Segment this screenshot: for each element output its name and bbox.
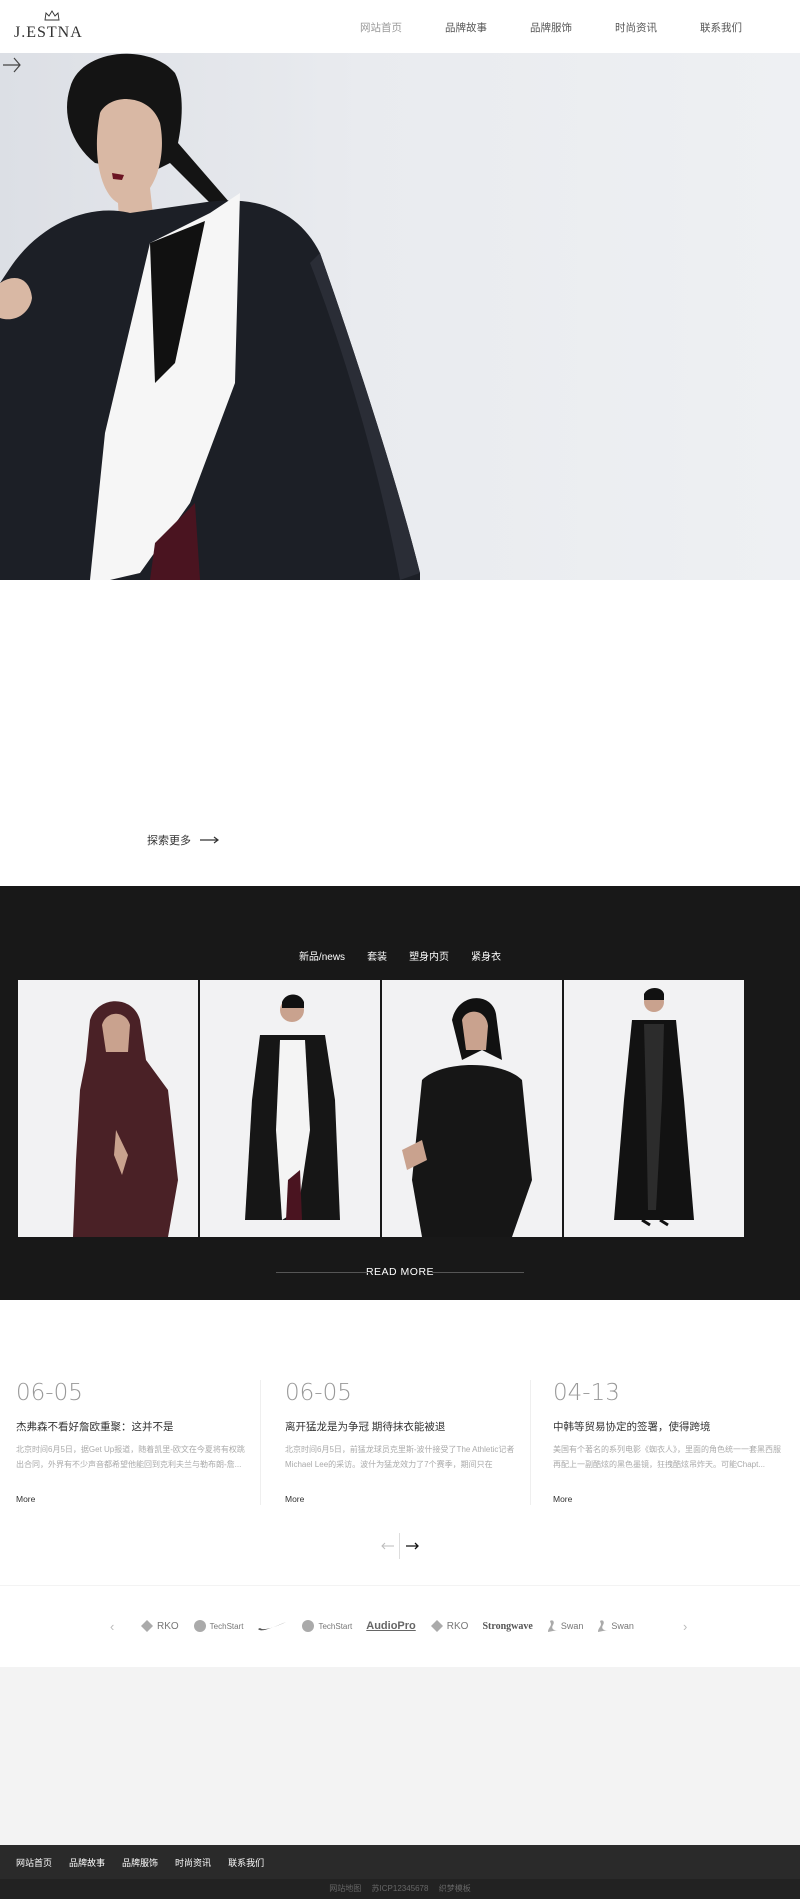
swan-icon (547, 1620, 558, 1632)
partner-logo[interactable]: AudioPro (366, 1614, 416, 1638)
partner-logo[interactable]: TechStart (193, 1614, 243, 1638)
nav-item-fashion-news[interactable]: 时尚资讯 (615, 20, 657, 35)
product-card[interactable] (200, 980, 380, 1237)
news-desc: 美国有个著名的系列电影《蜘衣人》，里面的角色统一一套黑西服再配上一副酷炫的黑色墨… (553, 1445, 781, 1469)
tab-suits[interactable]: 套装 (367, 948, 387, 963)
news-item[interactable]: 06-05 离开猛龙是为争冠 期待抹衣能被退 北京时间6月5日，前猛龙球员克里斯… (285, 1380, 525, 1510)
news-desc: 北京时间6月5日，前猛龙球员克里斯-波什接受了The Athletic记者Mic… (285, 1445, 515, 1469)
partner-logo[interactable] (257, 1614, 287, 1638)
news-item[interactable]: 06-05 杰弗森不看好詹欧重聚：这并不是 北京时间6月5日，据Get Up报道… (16, 1380, 256, 1510)
footer-link-contact[interactable]: 联系我们 (228, 1856, 264, 1869)
news-pager (378, 1533, 422, 1559)
logo[interactable]: J.ESTNA (14, 10, 86, 44)
diamond-icon (430, 1620, 443, 1632)
diamond-icon (141, 1620, 153, 1632)
divider (432, 1272, 524, 1273)
news-title[interactable]: 中韩等贸易协定的签署，使得跨境 (553, 1419, 783, 1434)
prev-button[interactable] (378, 1533, 398, 1559)
footer-link-brand-story[interactable]: 品牌故事 (69, 1856, 105, 1869)
footer-link-fashion-news[interactable]: 时尚资讯 (175, 1856, 211, 1869)
hero-model-image (0, 53, 420, 580)
tab-new[interactable]: 新品/news (299, 948, 345, 963)
product-section: 新品/news 套装 塑身内页 紧身衣 READ MORE (0, 886, 800, 1300)
template-credit[interactable]: 织梦模板 (439, 1884, 471, 1893)
main-nav: 网站首页 品牌故事 品牌服饰 时尚资讯 联系我们 (317, 20, 742, 35)
read-more-label: READ MORE (365, 1266, 435, 1278)
news-date: 06-05 (285, 1380, 352, 1406)
chevron-right-icon[interactable]: › (683, 1619, 687, 1634)
partner-logo[interactable]: RKO (140, 1614, 179, 1638)
next-button[interactable] (402, 1533, 422, 1559)
tab-shapewear[interactable]: 塑身内页 (409, 948, 449, 963)
news-more-link[interactable]: More (285, 1494, 304, 1504)
tab-bodysuit[interactable]: 紧身衣 (471, 948, 501, 963)
arrow-left-icon (381, 1542, 394, 1550)
nav-item-brand-apparel[interactable]: 品牌服饰 (530, 20, 572, 35)
arrow-right-icon (406, 1542, 419, 1550)
footer-copyright: 网站地图 苏ICP12345678 织梦模板 (0, 1883, 800, 1894)
nav-item-home[interactable]: 网站首页 (360, 20, 402, 35)
footer-nav: 网站首页 品牌故事 品牌服饰 时尚资讯 联系我们 (16, 1856, 281, 1869)
news-more-link[interactable]: More (16, 1494, 35, 1504)
icp-number: 苏ICP12345678 (371, 1884, 429, 1893)
arrow-right-icon[interactable] (0, 53, 24, 77)
product-image (382, 980, 562, 1237)
partner-logo[interactable]: RKO (430, 1614, 468, 1638)
read-more-button[interactable]: READ MORE (276, 1264, 524, 1280)
nav-item-contact[interactable]: 联系我们 (700, 20, 742, 35)
long-arrow-right-icon (200, 836, 219, 844)
news-title[interactable]: 杰弗森不看好詹欧重聚：这并不是 (16, 1419, 246, 1434)
news-date: 06-05 (16, 1380, 83, 1406)
partner-logo[interactable]: Strongwave (482, 1614, 532, 1638)
news-date: 04-13 (553, 1380, 620, 1406)
partner-logo[interactable]: Swan (547, 1614, 583, 1638)
product-image (200, 980, 380, 1237)
news-desc: 北京时间6月5日，据Get Up报道，随着凯里-欧文在今夏将有权跳出合同，外界有… (16, 1445, 245, 1469)
footer: 网站首页 品牌故事 品牌服饰 时尚资讯 联系我们 网站地图 苏ICP123456… (0, 1845, 800, 1899)
swoosh-icon (258, 1622, 287, 1631)
swan-icon (598, 1620, 609, 1632)
hero-banner (0, 53, 800, 580)
product-image (564, 980, 744, 1237)
explore-more-label: 探索更多 (147, 835, 191, 847)
product-tabs: 新品/news 套装 塑身内页 紧身衣 (0, 948, 800, 963)
divider (399, 1533, 400, 1559)
news-item[interactable]: 04-13 中韩等贸易协定的签署，使得跨境 美国有个著名的系列电影《蜘衣人》，里… (553, 1380, 793, 1510)
news-section: 06-05 杰弗森不看好詹欧重聚：这并不是 北京时间6月5日，据Get Up报道… (0, 1380, 800, 1510)
footer-link-home[interactable]: 网站首页 (16, 1856, 52, 1869)
empty-band (0, 1667, 800, 1845)
partner-logos: ‹ RKO TechStart TechStart AudioPro RKO S… (0, 1585, 800, 1667)
product-grid (18, 980, 746, 1237)
divider (260, 1380, 261, 1505)
circle-icon (302, 1620, 315, 1632)
divider (530, 1380, 531, 1505)
product-card[interactable] (382, 980, 562, 1237)
footer-link-brand-apparel[interactable]: 品牌服饰 (122, 1856, 158, 1869)
explore-more-link[interactable]: 探索更多 (147, 832, 220, 848)
partner-logo[interactable]: TechStart (301, 1614, 352, 1638)
logo-strip: RKO TechStart TechStart AudioPro RKO Str… (140, 1614, 648, 1638)
sitemap-link[interactable]: 网站地图 (329, 1884, 361, 1893)
header: J.ESTNA 网站首页 品牌故事 品牌服饰 时尚资讯 联系我们 (0, 0, 800, 53)
nav-item-brand-story[interactable]: 品牌故事 (445, 20, 487, 35)
product-image (18, 980, 198, 1237)
news-more-link[interactable]: More (553, 1494, 572, 1504)
chevron-left-icon[interactable]: ‹ (110, 1619, 114, 1634)
logo-text: J.ESTNA (14, 24, 83, 41)
product-card[interactable] (564, 980, 744, 1237)
partner-logo[interactable]: Swan (597, 1614, 634, 1638)
news-title[interactable]: 离开猛龙是为争冠 期待抹衣能被退 (285, 1419, 515, 1434)
product-card[interactable] (18, 980, 198, 1237)
crown-icon (44, 10, 60, 21)
circle-icon (193, 1620, 206, 1632)
divider (276, 1272, 368, 1273)
